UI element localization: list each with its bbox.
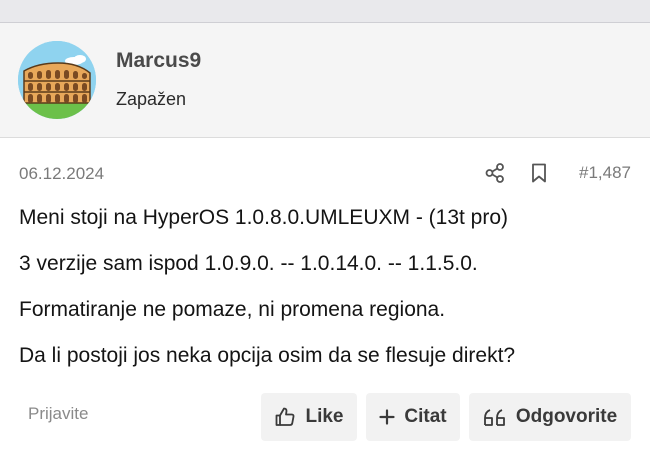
reply-button[interactable]: Odgovorite: [469, 393, 631, 441]
quote-marks-icon: [483, 408, 507, 426]
post-date[interactable]: 06.12.2024: [19, 164, 104, 184]
colosseum-icon: [18, 41, 96, 119]
bookmark-icon[interactable]: [528, 162, 550, 184]
username[interactable]: Marcus9: [116, 49, 201, 73]
report-link[interactable]: Prijavite: [28, 404, 88, 424]
reply-label: Odgovorite: [515, 406, 618, 427]
like-label: Like: [305, 406, 344, 427]
like-button[interactable]: Like: [261, 393, 357, 441]
post-text-line: Formatiranje ne pomaze, ni promena regio…: [19, 298, 446, 321]
thumbs-up-icon: [274, 406, 296, 428]
post-actions-bar: Prijavite Like Citat Odgovorite: [0, 392, 650, 442]
post-body: Meni stoji na HyperOS 1.0.8.0.UMLEUXM - …: [19, 206, 634, 390]
user-rank-title: Zapažen: [116, 89, 187, 109]
post-text-line: Meni stoji na HyperOS 1.0.8.0.UMLEUXM - …: [19, 206, 509, 229]
post-text-line: 3 verzije sam ispod 1.0.9.0. -- 1.0.14.0…: [19, 252, 478, 275]
post-text-line: Da li postoji jos neka opcija osim da se…: [19, 344, 516, 367]
quote-button[interactable]: Citat: [366, 393, 460, 441]
quote-label: Citat: [404, 406, 447, 427]
avatar[interactable]: [18, 41, 96, 119]
post-number-link[interactable]: #1,487: [579, 163, 631, 183]
post-author-header: Marcus9 Zapažen: [0, 23, 650, 138]
post-meta-bar: 06.12.2024 #1,487: [0, 150, 650, 196]
share-icon[interactable]: [484, 162, 506, 184]
browser-top-strip: [0, 0, 650, 23]
plus-icon: [379, 409, 395, 425]
